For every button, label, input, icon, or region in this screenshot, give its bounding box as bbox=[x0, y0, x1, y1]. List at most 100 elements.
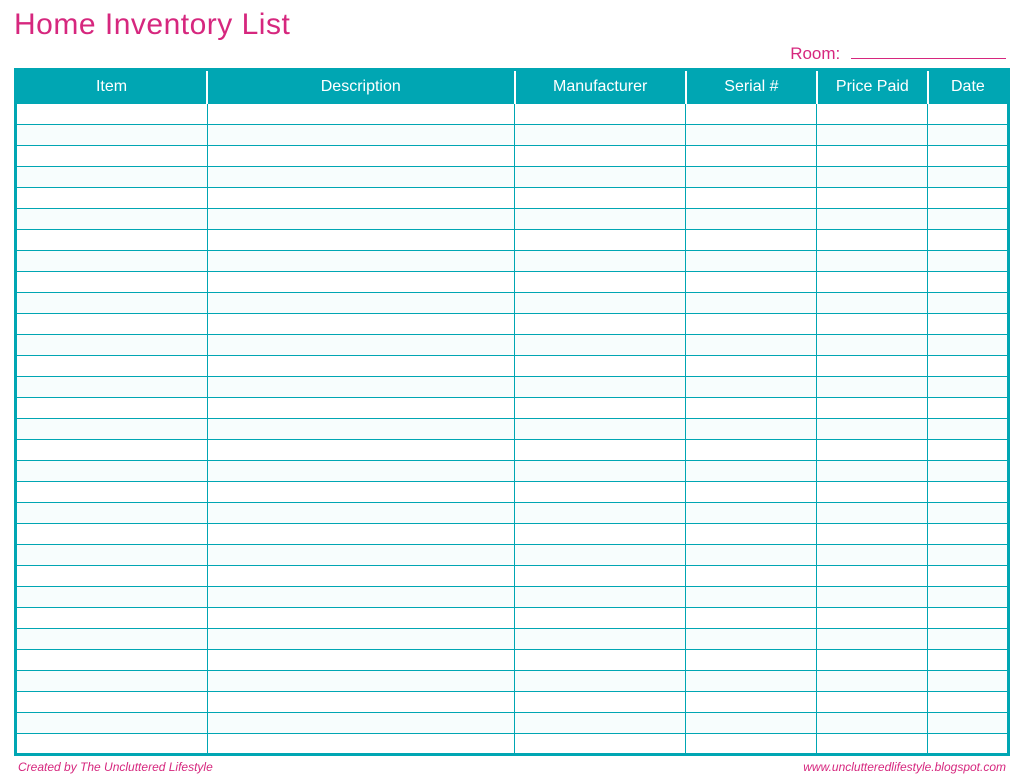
table-cell[interactable] bbox=[207, 503, 514, 524]
table-cell[interactable] bbox=[928, 692, 1009, 713]
table-cell[interactable] bbox=[817, 125, 928, 146]
table-cell[interactable] bbox=[686, 125, 817, 146]
table-cell[interactable] bbox=[817, 629, 928, 650]
table-cell[interactable] bbox=[207, 461, 514, 482]
table-cell[interactable] bbox=[817, 146, 928, 167]
table-cell[interactable] bbox=[817, 188, 928, 209]
table-row[interactable] bbox=[16, 125, 1009, 146]
table-row[interactable] bbox=[16, 167, 1009, 188]
table-cell[interactable] bbox=[928, 377, 1009, 398]
table-cell[interactable] bbox=[928, 629, 1009, 650]
table-cell[interactable] bbox=[515, 272, 686, 293]
table-cell[interactable] bbox=[515, 356, 686, 377]
table-row[interactable] bbox=[16, 314, 1009, 335]
table-row[interactable] bbox=[16, 566, 1009, 587]
table-cell[interactable] bbox=[207, 104, 514, 125]
table-cell[interactable] bbox=[16, 188, 208, 209]
table-cell[interactable] bbox=[686, 566, 817, 587]
table-cell[interactable] bbox=[686, 629, 817, 650]
table-row[interactable] bbox=[16, 335, 1009, 356]
table-cell[interactable] bbox=[928, 545, 1009, 566]
table-cell[interactable] bbox=[686, 314, 817, 335]
table-cell[interactable] bbox=[686, 482, 817, 503]
table-cell[interactable] bbox=[817, 419, 928, 440]
table-cell[interactable] bbox=[686, 671, 817, 692]
table-cell[interactable] bbox=[207, 146, 514, 167]
table-cell[interactable] bbox=[515, 314, 686, 335]
room-input-line[interactable] bbox=[851, 45, 1006, 59]
table-cell[interactable] bbox=[207, 293, 514, 314]
table-row[interactable] bbox=[16, 524, 1009, 545]
table-cell[interactable] bbox=[207, 398, 514, 419]
table-cell[interactable] bbox=[686, 650, 817, 671]
table-cell[interactable] bbox=[817, 293, 928, 314]
table-cell[interactable] bbox=[928, 566, 1009, 587]
table-row[interactable] bbox=[16, 293, 1009, 314]
table-cell[interactable] bbox=[817, 398, 928, 419]
table-cell[interactable] bbox=[928, 188, 1009, 209]
table-row[interactable] bbox=[16, 251, 1009, 272]
table-cell[interactable] bbox=[686, 419, 817, 440]
table-cell[interactable] bbox=[817, 251, 928, 272]
table-row[interactable] bbox=[16, 104, 1009, 125]
table-cell[interactable] bbox=[515, 398, 686, 419]
table-cell[interactable] bbox=[928, 104, 1009, 125]
table-cell[interactable] bbox=[16, 713, 208, 734]
table-cell[interactable] bbox=[16, 398, 208, 419]
table-cell[interactable] bbox=[686, 188, 817, 209]
table-cell[interactable] bbox=[16, 734, 208, 755]
table-cell[interactable] bbox=[16, 251, 208, 272]
table-cell[interactable] bbox=[817, 482, 928, 503]
table-cell[interactable] bbox=[515, 167, 686, 188]
table-cell[interactable] bbox=[515, 293, 686, 314]
table-cell[interactable] bbox=[515, 629, 686, 650]
table-cell[interactable] bbox=[928, 125, 1009, 146]
table-cell[interactable] bbox=[817, 503, 928, 524]
table-cell[interactable] bbox=[515, 230, 686, 251]
table-cell[interactable] bbox=[515, 524, 686, 545]
table-cell[interactable] bbox=[207, 335, 514, 356]
table-cell[interactable] bbox=[16, 314, 208, 335]
table-row[interactable] bbox=[16, 461, 1009, 482]
table-cell[interactable] bbox=[16, 482, 208, 503]
table-cell[interactable] bbox=[928, 713, 1009, 734]
table-cell[interactable] bbox=[686, 335, 817, 356]
table-cell[interactable] bbox=[928, 671, 1009, 692]
table-cell[interactable] bbox=[207, 209, 514, 230]
table-cell[interactable] bbox=[515, 188, 686, 209]
table-cell[interactable] bbox=[928, 650, 1009, 671]
table-cell[interactable] bbox=[686, 440, 817, 461]
table-cell[interactable] bbox=[817, 272, 928, 293]
table-cell[interactable] bbox=[928, 209, 1009, 230]
table-cell[interactable] bbox=[928, 293, 1009, 314]
table-cell[interactable] bbox=[686, 356, 817, 377]
table-cell[interactable] bbox=[928, 230, 1009, 251]
table-cell[interactable] bbox=[928, 587, 1009, 608]
table-row[interactable] bbox=[16, 188, 1009, 209]
table-row[interactable] bbox=[16, 230, 1009, 251]
table-cell[interactable] bbox=[207, 608, 514, 629]
table-cell[interactable] bbox=[817, 356, 928, 377]
table-cell[interactable] bbox=[817, 545, 928, 566]
table-row[interactable] bbox=[16, 146, 1009, 167]
table-row[interactable] bbox=[16, 356, 1009, 377]
table-cell[interactable] bbox=[515, 503, 686, 524]
table-cell[interactable] bbox=[16, 608, 208, 629]
table-cell[interactable] bbox=[686, 146, 817, 167]
table-cell[interactable] bbox=[817, 650, 928, 671]
table-row[interactable] bbox=[16, 377, 1009, 398]
table-cell[interactable] bbox=[207, 566, 514, 587]
table-cell[interactable] bbox=[515, 440, 686, 461]
table-cell[interactable] bbox=[16, 104, 208, 125]
table-cell[interactable] bbox=[817, 608, 928, 629]
table-cell[interactable] bbox=[817, 440, 928, 461]
table-cell[interactable] bbox=[515, 713, 686, 734]
table-cell[interactable] bbox=[207, 692, 514, 713]
table-cell[interactable] bbox=[16, 629, 208, 650]
table-cell[interactable] bbox=[817, 587, 928, 608]
table-cell[interactable] bbox=[207, 671, 514, 692]
table-cell[interactable] bbox=[686, 734, 817, 755]
table-cell[interactable] bbox=[817, 167, 928, 188]
table-cell[interactable] bbox=[207, 125, 514, 146]
table-cell[interactable] bbox=[686, 293, 817, 314]
